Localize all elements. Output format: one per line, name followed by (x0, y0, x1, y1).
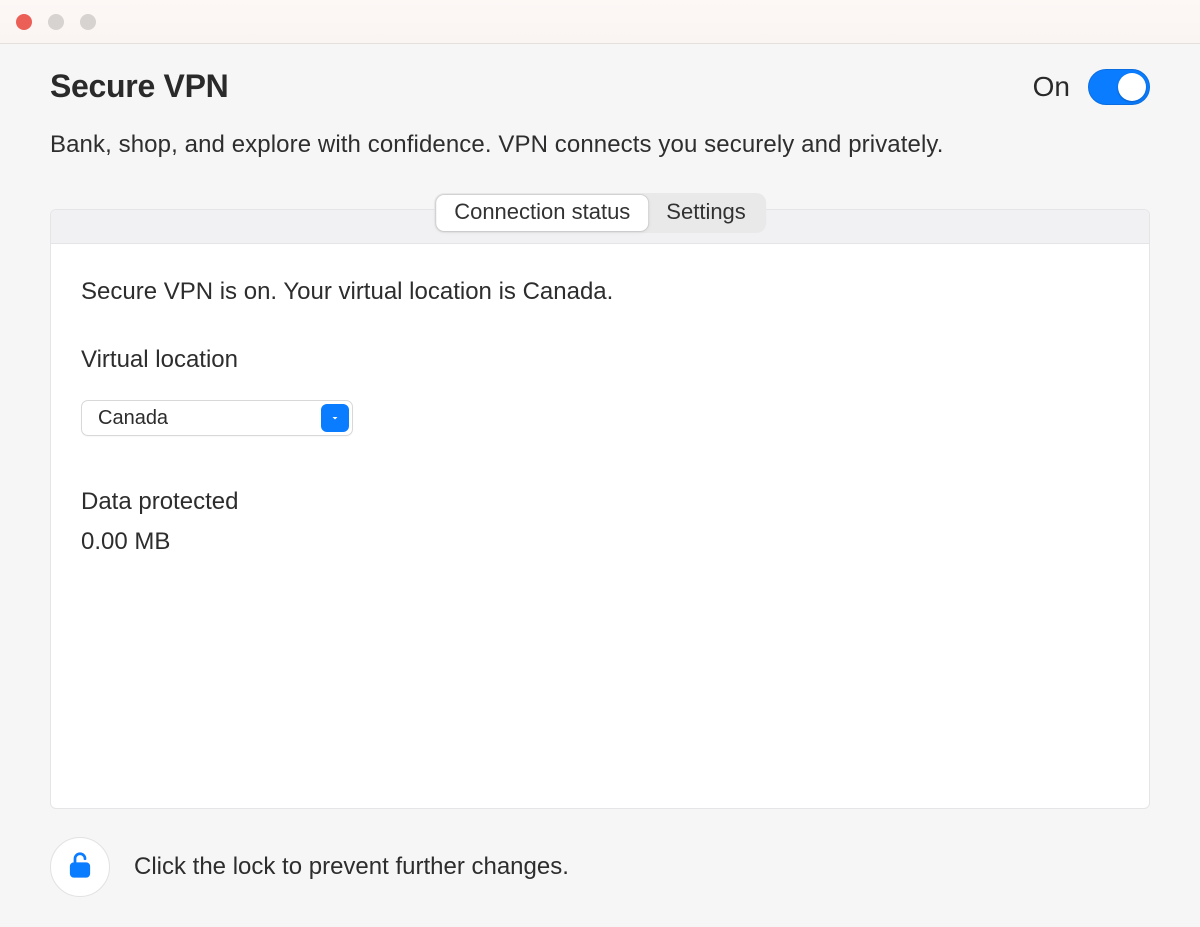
data-protected-value: 0.00 MB (81, 528, 1119, 556)
tab-group: Connection status Settings (434, 193, 766, 233)
header-row: Secure VPN On (50, 68, 1150, 105)
virtual-location-value: Canada (98, 407, 168, 430)
chevron-down-icon (321, 404, 349, 432)
vpn-toggle[interactable] (1088, 69, 1150, 105)
content-area: Secure VPN On Bank, shop, and explore wi… (0, 44, 1200, 927)
tab-connection-status[interactable]: Connection status (436, 195, 648, 231)
toggle-knob (1118, 73, 1146, 101)
lock-button[interactable] (50, 837, 110, 897)
panel-body: Secure VPN is on. Your virtual location … (51, 244, 1149, 590)
window-zoom-button[interactable] (80, 14, 96, 30)
page-title: Secure VPN (50, 68, 1033, 105)
page-subtitle: Bank, shop, and explore with confidence.… (50, 131, 1150, 159)
lock-hint-text: Click the lock to prevent further change… (134, 853, 569, 881)
data-protected-label: Data protected (81, 488, 1119, 516)
main-panel: Secure VPN is on. Your virtual location … (50, 209, 1150, 809)
toggle-state-label: On (1033, 71, 1070, 103)
footer-row: Click the lock to prevent further change… (50, 811, 1150, 927)
window-minimize-button[interactable] (48, 14, 64, 30)
tab-settings[interactable]: Settings (648, 195, 764, 231)
unlock-icon (65, 850, 95, 885)
window-close-button[interactable] (16, 14, 32, 30)
virtual-location-label: Virtual location (81, 346, 1119, 374)
vpn-status-message: Secure VPN is on. Your virtual location … (81, 278, 1119, 306)
panel-wrap: Connection status Settings Secure VPN is… (50, 209, 1150, 809)
virtual-location-dropdown[interactable]: Canada (81, 400, 353, 436)
titlebar (0, 0, 1200, 44)
